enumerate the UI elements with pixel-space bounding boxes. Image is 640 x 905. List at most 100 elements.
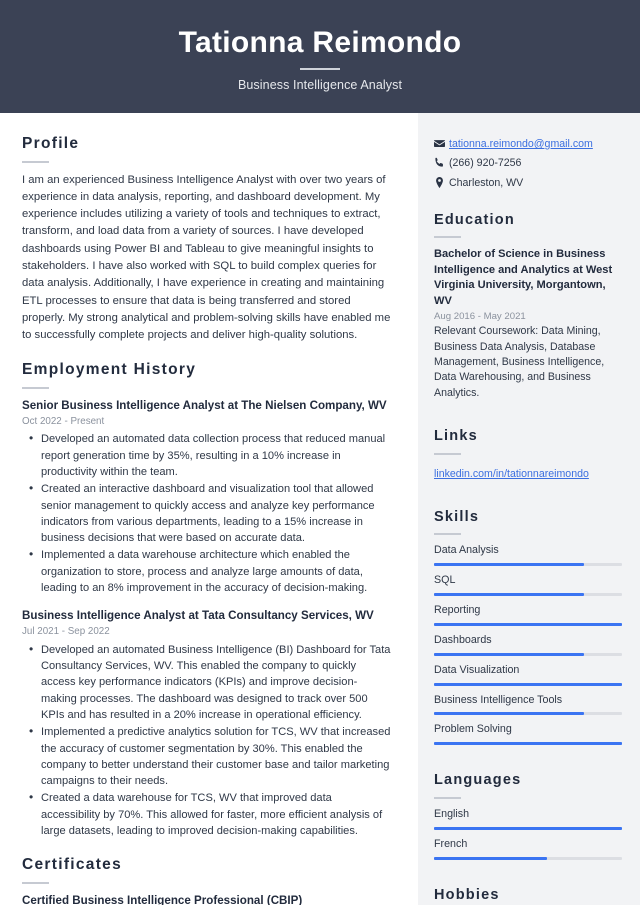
list-item: Created an interactive dashboard and vis…: [22, 480, 392, 546]
contact-email-text[interactable]: tationna.reimondo@gmail.com: [449, 137, 593, 151]
language-track: [434, 856, 622, 860]
location-pin-icon: [434, 176, 449, 188]
links-heading: Links: [434, 428, 478, 445]
section-skills: Skills Data Analysis SQL Reporting Dashb…: [434, 509, 622, 746]
skill-track: [434, 592, 622, 596]
skill-row: Reporting: [434, 604, 622, 626]
header-job-title: Business Intelligence Analyst: [237, 77, 403, 92]
skill-fill: [434, 682, 622, 686]
contact-email[interactable]: tationna.reimondo@gmail.com: [434, 137, 622, 151]
language-fill: [434, 826, 622, 830]
profile-heading: Profile: [22, 135, 80, 152]
language-row: English: [434, 808, 622, 830]
list-item: Developed an automated data collection p…: [22, 430, 392, 480]
section-hobbies: Hobbies: [434, 887, 622, 905]
contact-list: tationna.reimondo@gmail.com (266) 920-72…: [434, 137, 622, 190]
skill-row: Dashboards: [434, 634, 622, 656]
section-certificates: Certificates Certified Business Intellig…: [22, 856, 392, 905]
page-title: Tationna Reimondo: [178, 25, 462, 59]
skill-track: [434, 652, 622, 656]
job-bullets: Developed an automated Business Intellig…: [22, 641, 392, 840]
education-heading: Education: [434, 211, 515, 228]
employment-entry: Business Intelligence Analyst at Tata Co…: [22, 608, 392, 839]
skill-name: SQL: [434, 573, 456, 586]
language-row: French: [434, 838, 622, 860]
section-languages: Languages English French: [434, 772, 622, 860]
languages-heading: Languages: [434, 772, 522, 789]
language-name: English: [434, 807, 470, 820]
skill-fill: [434, 742, 622, 746]
education-title: Bachelor of Science in Business Intellig…: [434, 248, 613, 307]
heading-rule: [434, 452, 461, 455]
skill-name: Data Visualization: [434, 663, 520, 676]
job-date: Jul 2021 - Sep 2022: [22, 625, 110, 637]
employment-entry: Senior Business Intelligence Analyst at …: [22, 398, 392, 596]
resume-body: Profile I am an experienced Business Int…: [0, 113, 640, 905]
skill-track: [434, 682, 622, 686]
skill-fill: [434, 712, 585, 716]
contact-location: Charleston, WV: [434, 176, 622, 190]
section-profile: Profile I am an experienced Business Int…: [22, 135, 392, 344]
contact-location-text: Charleston, WV: [449, 176, 524, 189]
header-divider: [300, 67, 340, 70]
skill-name: Data Analysis: [434, 543, 499, 556]
skill-fill: [434, 592, 585, 596]
heading-rule: [22, 881, 49, 884]
job-title: Senior Business Intelligence Analyst at …: [22, 399, 387, 412]
resume-document: Tationna Reimondo Business Intelligence …: [0, 0, 640, 905]
certificate-entry: Certified Business Intelligence Professi…: [22, 893, 392, 905]
skill-row: Problem Solving: [434, 723, 622, 746]
contact-phone: (266) 920-7256: [434, 156, 622, 170]
skill-row: Business Intelligence Tools: [434, 694, 622, 716]
heading-rule: [434, 236, 461, 239]
list-item: Implemented a predictive analytics solut…: [22, 723, 392, 789]
skill-row: Data Visualization: [434, 664, 622, 686]
sidebar-column: tationna.reimondo@gmail.com (266) 920-72…: [418, 113, 640, 905]
list-item: Implemented a data warehouse architectur…: [22, 546, 392, 596]
contact-phone-text: (266) 920-7256: [449, 157, 522, 170]
skill-name: Business Intelligence Tools: [434, 693, 563, 706]
language-track: [434, 826, 622, 830]
language-fill: [434, 856, 547, 860]
certificates-heading: Certificates: [22, 856, 123, 874]
envelope-icon: [434, 137, 449, 149]
education-date: Aug 2016 - May 2021: [434, 311, 526, 323]
job-date: Oct 2022 - Present: [22, 415, 105, 427]
list-item: Developed an automated Business Intellig…: [22, 641, 392, 723]
education-description: Relevant Coursework: Data Mining, Busine…: [434, 325, 605, 399]
skill-fill: [434, 562, 585, 566]
skill-name: Problem Solving: [434, 723, 512, 736]
certificate-title: Certified Business Intelligence Professi…: [22, 893, 303, 905]
heading-rule: [22, 387, 49, 389]
skill-row: Data Analysis: [434, 544, 622, 566]
skill-name: Dashboards: [434, 633, 492, 646]
link-linkedin[interactable]: linkedin.com/in/tationnareimondo: [434, 468, 589, 480]
resume-header: Tationna Reimondo Business Intelligence …: [0, 0, 640, 113]
skills-heading: Skills: [434, 508, 480, 525]
heading-rule: [434, 796, 461, 799]
job-title: Business Intelligence Analyst at Tata Co…: [22, 609, 374, 623]
skill-track: [434, 622, 622, 626]
heading-rule: [22, 160, 49, 163]
skill-fill: [434, 652, 585, 656]
section-links: Links linkedin.com/in/tationnareimondo: [434, 428, 622, 481]
main-column: Profile I am an experienced Business Int…: [0, 113, 418, 905]
employment-heading: Employment History: [22, 361, 197, 379]
skill-track: [434, 742, 622, 746]
skill-track: [434, 712, 622, 716]
list-item: Created a data warehouse for TCS, WV tha…: [22, 789, 392, 839]
education-entry: Bachelor of Science in Business Intellig…: [434, 247, 622, 401]
phone-icon: [434, 156, 449, 168]
hobbies-heading: Hobbies: [434, 886, 500, 903]
profile-text: I am an experienced Business Intelligenc…: [22, 173, 391, 342]
skill-fill: [434, 622, 622, 626]
skill-track: [434, 562, 622, 566]
language-name: French: [434, 837, 468, 850]
section-employment-history: Employment History Senior Business Intel…: [22, 361, 392, 839]
skill-name: Reporting: [434, 603, 481, 616]
heading-rule: [434, 532, 461, 535]
